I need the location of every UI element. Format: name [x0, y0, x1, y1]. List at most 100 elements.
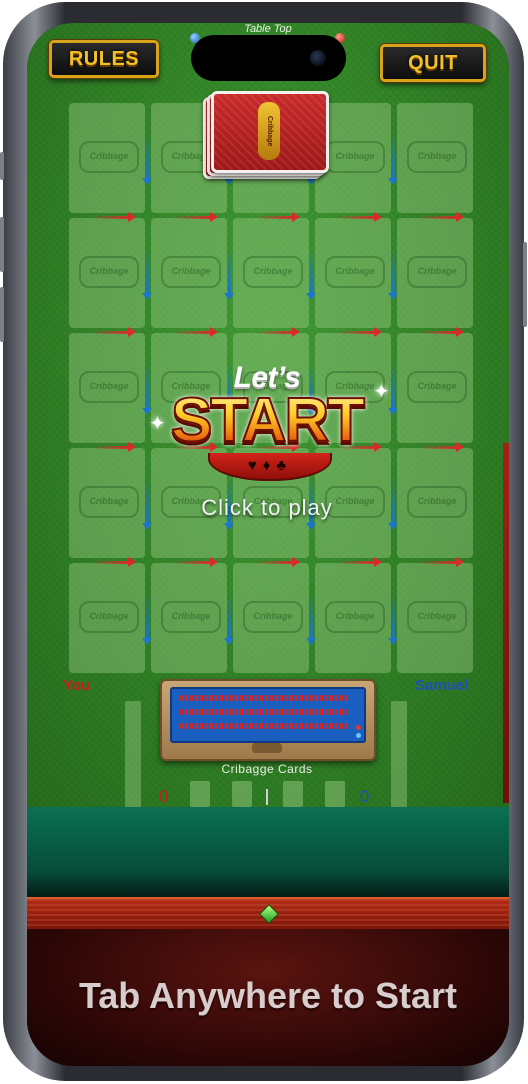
peg-track: [180, 695, 350, 701]
cribbage-logo: Cribbage: [258, 102, 280, 160]
camera-icon: [310, 50, 326, 66]
cribbage-logo: Cribbage: [79, 256, 139, 288]
right-arrow-icon: [337, 557, 382, 567]
hand-card-slot: [283, 781, 303, 807]
game-screen[interactable]: Cribbage Cribbage Cribbage Cribbage Cribbage…: [27, 23, 509, 1066]
felt-shadow: [27, 873, 509, 897]
cribbage-logo: Cribbage: [79, 371, 139, 403]
right-arrow-icon: [173, 557, 218, 567]
player-you-label: You: [63, 677, 91, 694]
grid-card-slot[interactable]: Cribbage: [315, 218, 391, 328]
down-arrow-icon: [306, 593, 316, 645]
grid-card-slot[interactable]: Cribbage: [315, 563, 391, 673]
cribbage-logo: Cribbage: [407, 601, 467, 633]
grid-card-slot[interactable]: Cribbage: [397, 103, 473, 213]
score-opponent: 0: [360, 787, 370, 806]
table-edge: [503, 443, 509, 803]
dynamic-island: [191, 35, 346, 81]
right-arrow-icon: [419, 212, 464, 222]
cribbage-logo: Cribbage: [407, 141, 467, 173]
right-arrow-icon: [419, 327, 464, 337]
right-arrow-icon: [419, 442, 464, 452]
deck-card-top: Cribbage: [211, 91, 329, 173]
peg-track: [180, 723, 350, 729]
down-arrow-icon: [142, 248, 152, 300]
sparkle-icon: ✦: [149, 413, 166, 435]
right-arrow-icon: [91, 327, 136, 337]
right-arrow-icon: [91, 557, 136, 567]
right-arrow-icon: [173, 327, 218, 337]
down-arrow-icon: [388, 363, 398, 415]
down-arrow-icon: [388, 478, 398, 530]
rules-button[interactable]: RULES: [49, 40, 159, 78]
volume-down-button: [0, 287, 4, 342]
cribbage-board: [160, 679, 376, 761]
cribbage-logo: Cribbage: [161, 601, 221, 633]
card-deck[interactable]: Cribbage: [203, 91, 329, 179]
down-arrow-icon: [224, 248, 234, 300]
sparkle-icon: ✦: [373, 381, 390, 403]
cribbage-logo: Cribbage: [325, 601, 385, 633]
score-you: 0: [159, 787, 169, 806]
power-button: [523, 242, 527, 327]
down-arrow-icon: [388, 133, 398, 185]
hand-card-slot: [190, 781, 210, 807]
grid-card-slot[interactable]: Cribbage: [69, 103, 145, 213]
grid-card-slot[interactable]: Cribbage: [233, 563, 309, 673]
cribbage-logo: Cribbage: [407, 486, 467, 518]
grid-card-slot[interactable]: Cribbage: [397, 563, 473, 673]
cribbage-logo: Cribbage: [243, 256, 303, 288]
down-arrow-icon: [142, 478, 152, 530]
right-arrow-icon: [419, 557, 464, 567]
grid-card-slot[interactable]: Cribbage: [233, 218, 309, 328]
grid-card-slot[interactable]: Cribbage: [69, 448, 145, 558]
board-caption: Cribagge Cards: [221, 762, 313, 776]
down-arrow-icon: [388, 593, 398, 645]
hand-card-slot: [232, 781, 252, 807]
down-arrow-icon: [388, 248, 398, 300]
cribbage-logo: Cribbage: [79, 141, 139, 173]
right-arrow-icon: [337, 327, 382, 337]
hand-card-slot: [325, 781, 345, 807]
grid-card-slot[interactable]: Cribbage: [69, 563, 145, 673]
grid-card-slot[interactable]: Cribbage: [69, 333, 145, 443]
down-arrow-icon: [142, 593, 152, 645]
board-logo-icon: [252, 743, 282, 753]
red-peg-icon: [356, 725, 361, 730]
cribbage-logo: Cribbage: [79, 601, 139, 633]
board-track-area: [170, 687, 366, 743]
right-arrow-icon: [255, 327, 300, 337]
grid-card-slot[interactable]: Cribbage: [151, 563, 227, 673]
click-to-play-label[interactable]: Click to play: [167, 495, 367, 521]
down-arrow-icon: [224, 593, 234, 645]
right-arrow-icon: [91, 442, 136, 452]
cribbage-logo: Cribbage: [161, 256, 221, 288]
start-button[interactable]: START: [147, 387, 387, 455]
cribbage-logo: Cribbage: [325, 141, 385, 173]
tap-to-start-prompt[interactable]: Tab Anywhere to Start: [27, 975, 509, 1017]
right-arrow-icon: [91, 212, 136, 222]
grid-card-slot[interactable]: Cribbage: [151, 218, 227, 328]
right-arrow-icon: [173, 212, 218, 222]
cribbage-logo: Cribbage: [79, 486, 139, 518]
player-crib-slot: [125, 701, 141, 809]
cribbage-logo: Cribbage: [243, 601, 303, 633]
phone-frame: Cribbage Cribbage Cribbage Cribbage Cribbage…: [0, 2, 527, 1081]
peg-track: [180, 709, 350, 715]
right-arrow-icon: [255, 557, 300, 567]
mute-switch: [0, 152, 4, 180]
down-arrow-icon: [142, 133, 152, 185]
grid-card-slot[interactable]: Cribbage: [397, 448, 473, 558]
blue-peg-icon: [356, 733, 361, 738]
cribbage-logo: Cribbage: [407, 256, 467, 288]
quit-button[interactable]: QUIT: [380, 44, 486, 82]
cribbage-logo: Cribbage: [325, 256, 385, 288]
right-arrow-icon: [255, 212, 300, 222]
cribbage-logo: Cribbage: [407, 371, 467, 403]
opponent-crib-slot: [391, 701, 407, 809]
right-arrow-icon: [337, 212, 382, 222]
grid-card-slot[interactable]: Cribbage: [69, 218, 145, 328]
grid-card-slot[interactable]: Cribbage: [397, 333, 473, 443]
grid-card-slot[interactable]: Cribbage: [397, 218, 473, 328]
volume-up-button: [0, 217, 4, 272]
